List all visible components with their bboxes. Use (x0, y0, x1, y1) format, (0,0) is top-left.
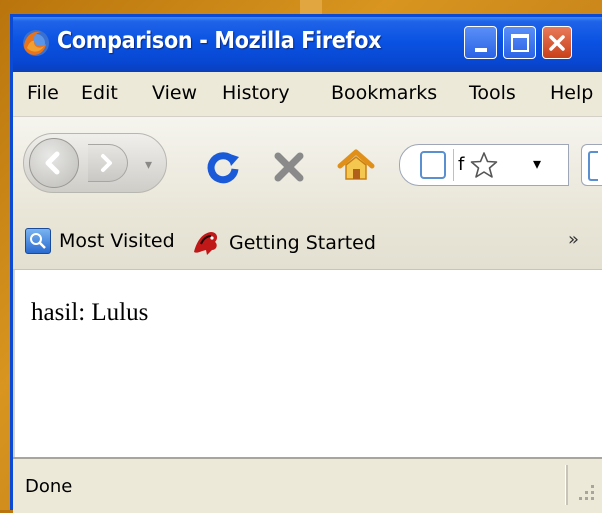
minimize-icon (474, 47, 487, 52)
page-content: hasil: Lulus (13, 270, 602, 457)
menu-file[interactable]: File (27, 82, 59, 104)
search-engine-icon (588, 151, 598, 181)
maximize-button[interactable] (503, 26, 536, 59)
reload-icon[interactable] (203, 147, 243, 187)
close-button[interactable] (542, 26, 572, 59)
browser-window: Comparison - Mozilla Firefox File Edit V… (10, 14, 602, 513)
status-bar: Done (13, 457, 602, 513)
stop-icon[interactable] (271, 149, 307, 185)
menu-view[interactable]: View (152, 82, 197, 104)
page-text: hasil: Lulus (31, 299, 149, 326)
back-button[interactable] (29, 138, 79, 188)
forward-button[interactable] (88, 144, 128, 182)
page-icon (420, 151, 446, 179)
minimize-button[interactable] (464, 26, 497, 59)
url-dropdown[interactable]: ▾ (533, 154, 541, 173)
url-separator (453, 149, 454, 181)
url-input[interactable]: f (458, 154, 464, 175)
back-arrow-icon (45, 151, 60, 175)
menu-help[interactable]: Help (550, 82, 593, 104)
title-bar[interactable]: Comparison - Mozilla Firefox (13, 17, 602, 72)
forward-arrow-icon (101, 154, 112, 172)
status-divider (565, 465, 568, 505)
menu-edit[interactable]: Edit (81, 82, 118, 104)
url-bar[interactable]: f ▾ (399, 144, 569, 186)
menu-bar: File Edit View History Bookmarks Tools H… (13, 72, 602, 117)
getting-started-icon (194, 232, 218, 255)
bookmarks-toolbar: Most Visited Getting Started » (13, 212, 602, 270)
menu-tools[interactable]: Tools (469, 82, 516, 104)
close-icon (549, 34, 565, 51)
window-title: Comparison - Mozilla Firefox (57, 28, 382, 54)
star-icon[interactable] (469, 150, 499, 180)
history-dropdown[interactable]: ▾ (145, 157, 152, 173)
status-text: Done (25, 476, 73, 497)
bookmark-label: Getting Started (229, 232, 376, 254)
bookmarks-overflow-chevron[interactable]: » (568, 229, 579, 250)
search-bar[interactable] (581, 144, 602, 186)
navigation-toolbar: ▾ f ▾ (13, 117, 602, 212)
bookmark-most-visited[interactable]: Most Visited (25, 228, 175, 254)
bookmark-label: Most Visited (59, 230, 175, 252)
firefox-logo-icon (23, 30, 49, 56)
home-icon[interactable] (336, 145, 376, 185)
menu-history[interactable]: History (222, 82, 290, 104)
bookmark-getting-started[interactable]: Getting Started (191, 228, 376, 258)
maximize-icon (510, 33, 529, 52)
menu-bookmarks[interactable]: Bookmarks (331, 82, 437, 104)
resize-grip-icon[interactable] (573, 479, 597, 503)
most-visited-icon (25, 228, 51, 254)
